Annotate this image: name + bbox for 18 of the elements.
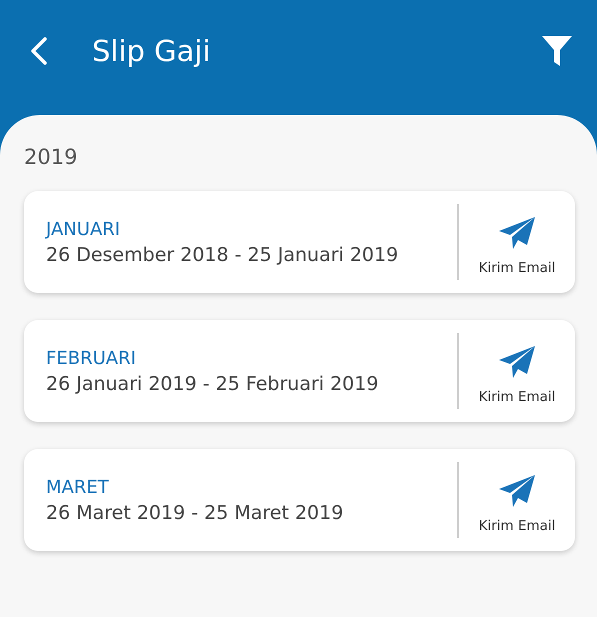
paper-plane-icon	[498, 344, 536, 378]
period-text: 26 Desember 2018 - 25 Januari 2019	[46, 244, 398, 266]
period-text: 26 Maret 2019 - 25 Maret 2019	[46, 502, 344, 524]
payslip-card[interactable]: JANUARI 26 Desember 2018 - 25 Januari 2019 Kirim Email	[24, 191, 575, 293]
send-email-button[interactable]: Kirim Email	[459, 208, 575, 276]
paper-plane-icon	[498, 216, 536, 250]
month-label: JANUARI	[46, 218, 120, 240]
payslip-card[interactable]: FEBRUARI 26 Januari 2019 - 25 Februari 2019 Kirim Email	[24, 320, 575, 422]
period-text: 26 Januari 2019 - 25 Februari 2019	[46, 372, 378, 394]
month-label: MARET	[46, 476, 109, 498]
month-label: FEBRUARI	[46, 348, 136, 368]
paper-plane-icon	[498, 474, 536, 508]
send-email-button[interactable]: Kirim Email	[459, 466, 575, 534]
filter-icon[interactable]	[541, 34, 573, 68]
send-email-button[interactable]: Kirim Email	[459, 336, 575, 406]
page-title: Slip Gaji	[92, 34, 212, 68]
payslip-card[interactable]: MARET 26 Maret 2019 - 25 Maret 2019 Kirim Email	[24, 449, 575, 551]
year-heading: 2019	[24, 145, 78, 169]
